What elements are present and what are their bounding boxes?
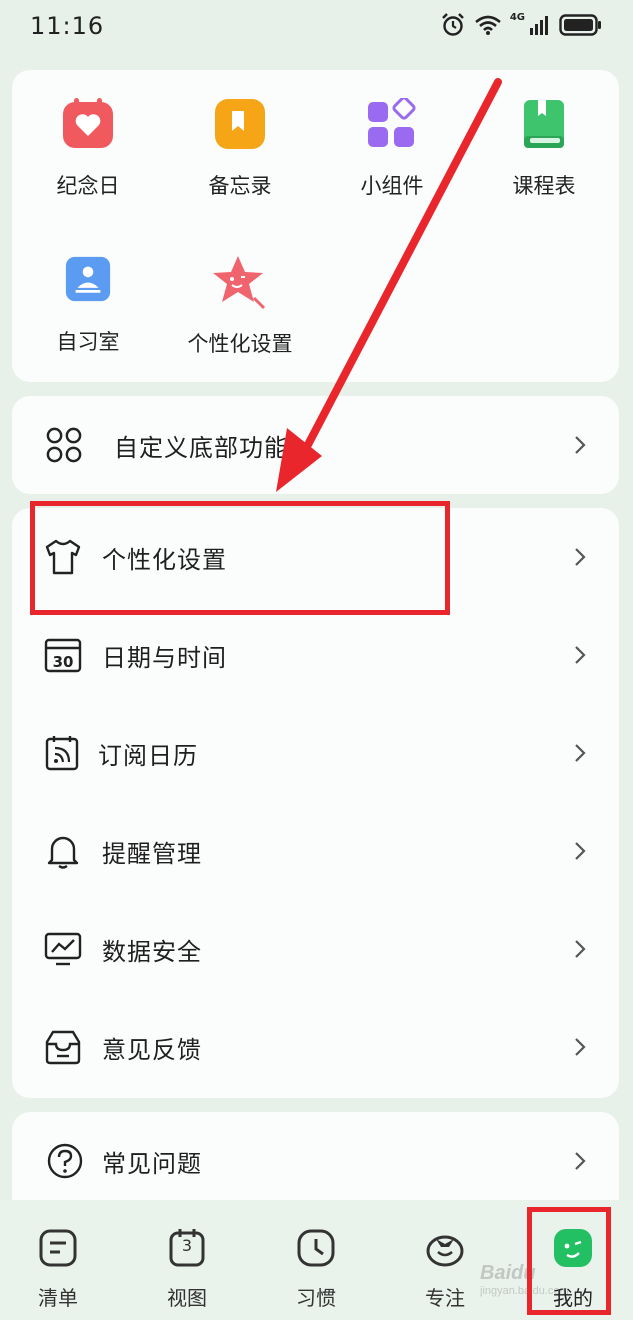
chevron-right-icon [575, 744, 586, 762]
clock-icon [297, 1229, 335, 1267]
status-time: 11:16 [30, 12, 105, 40]
monitor-chart-icon [44, 932, 82, 966]
nav-item-list[interactable]: 清单 [8, 1228, 108, 1311]
tomato-icon [426, 1235, 464, 1267]
nav-label: 习惯 [296, 1286, 336, 1310]
chevron-right-icon [575, 646, 586, 664]
menu-row-feedback[interactable]: 意见反馈 [12, 998, 619, 1096]
menu-row-reminders[interactable]: 提醒管理 [12, 802, 619, 900]
shortcut-label: 小组件 [360, 174, 424, 198]
shortcut-label: 纪念日 [56, 174, 120, 198]
inbox-icon [45, 1030, 81, 1065]
row-label: 意见反馈 [102, 1035, 202, 1064]
highlight-box-mine [527, 1207, 611, 1315]
shortcut-widgets[interactable]: 小组件 [322, 96, 462, 200]
row-label: 数据安全 [102, 937, 202, 966]
shortcut-card: 纪念日 备忘录 小组件 课程表 自习室 个性化设置 [12, 70, 619, 382]
nav-item-habits[interactable]: 习惯 [266, 1228, 366, 1311]
heart-calendar-icon [63, 98, 113, 148]
nav-item-view[interactable]: 3 视图 [137, 1228, 237, 1311]
shortcut-label: 备忘录 [208, 174, 272, 198]
chevron-right-icon [575, 436, 586, 454]
shortcut-study-room[interactable]: 自习室 [18, 256, 158, 356]
chevron-right-icon [575, 940, 586, 958]
faq-card: 常见问题 [12, 1112, 619, 1212]
shortcut-anniversary[interactable]: 纪念日 [18, 98, 158, 200]
alarm-icon [441, 13, 464, 36]
status-icons: 4G [440, 12, 603, 38]
custom-bottom-row[interactable]: 自定义底部功能 [12, 396, 619, 494]
list-icon [39, 1229, 77, 1267]
menu-row-date-time[interactable]: 30 日期与时间 [12, 606, 619, 704]
shortcut-label: 自习室 [56, 330, 120, 354]
custom-bottom-card: 自定义底部功能 [12, 396, 619, 494]
row-label: 常见问题 [102, 1149, 202, 1178]
chevron-right-icon [575, 842, 586, 860]
nav-label: 视图 [167, 1286, 207, 1310]
shortcut-label: 个性化设置 [187, 332, 293, 356]
book-icon [524, 100, 564, 148]
shortcut-personalize[interactable]: 个性化设置 [170, 252, 310, 358]
rss-calendar-icon [45, 736, 79, 771]
bell-icon [47, 836, 79, 869]
battery-icon [559, 14, 601, 36]
highlight-box-personalize [30, 501, 450, 615]
widgets-icon [368, 96, 416, 147]
question-icon [47, 1143, 83, 1179]
calendar-30-icon: 30 [44, 638, 82, 673]
row-label: 提醒管理 [102, 839, 202, 868]
bookmark-icon [215, 99, 265, 149]
shortcut-timetable[interactable]: 课程表 [474, 98, 614, 200]
row-label: 订阅日历 [98, 741, 198, 770]
calendar-badge: 3 [181, 1236, 193, 1255]
chevron-right-icon [575, 1152, 586, 1170]
grid-circles-icon [46, 427, 82, 463]
network-label: 4G [509, 11, 525, 23]
shortcut-memo[interactable]: 备忘录 [170, 98, 310, 200]
faq-row[interactable]: 常见问题 [12, 1112, 619, 1210]
wifi-icon [474, 15, 501, 35]
svg-text:30: 30 [53, 653, 74, 671]
study-room-icon [65, 256, 111, 302]
shortcut-label: 课程表 [512, 174, 576, 198]
chevron-right-icon [575, 1038, 586, 1056]
nav-label: 清单 [38, 1286, 78, 1310]
menu-row-data-security[interactable]: 数据安全 [12, 900, 619, 998]
status-bar: 11:16 4G [0, 0, 633, 56]
chevron-right-icon [575, 548, 586, 566]
star-mascot-icon [213, 256, 266, 310]
menu-row-subscribe-calendar[interactable]: 订阅日历 [12, 704, 619, 802]
row-label: 日期与时间 [102, 643, 227, 672]
signal-icon [530, 16, 548, 35]
row-label: 自定义底部功能 [114, 433, 289, 462]
